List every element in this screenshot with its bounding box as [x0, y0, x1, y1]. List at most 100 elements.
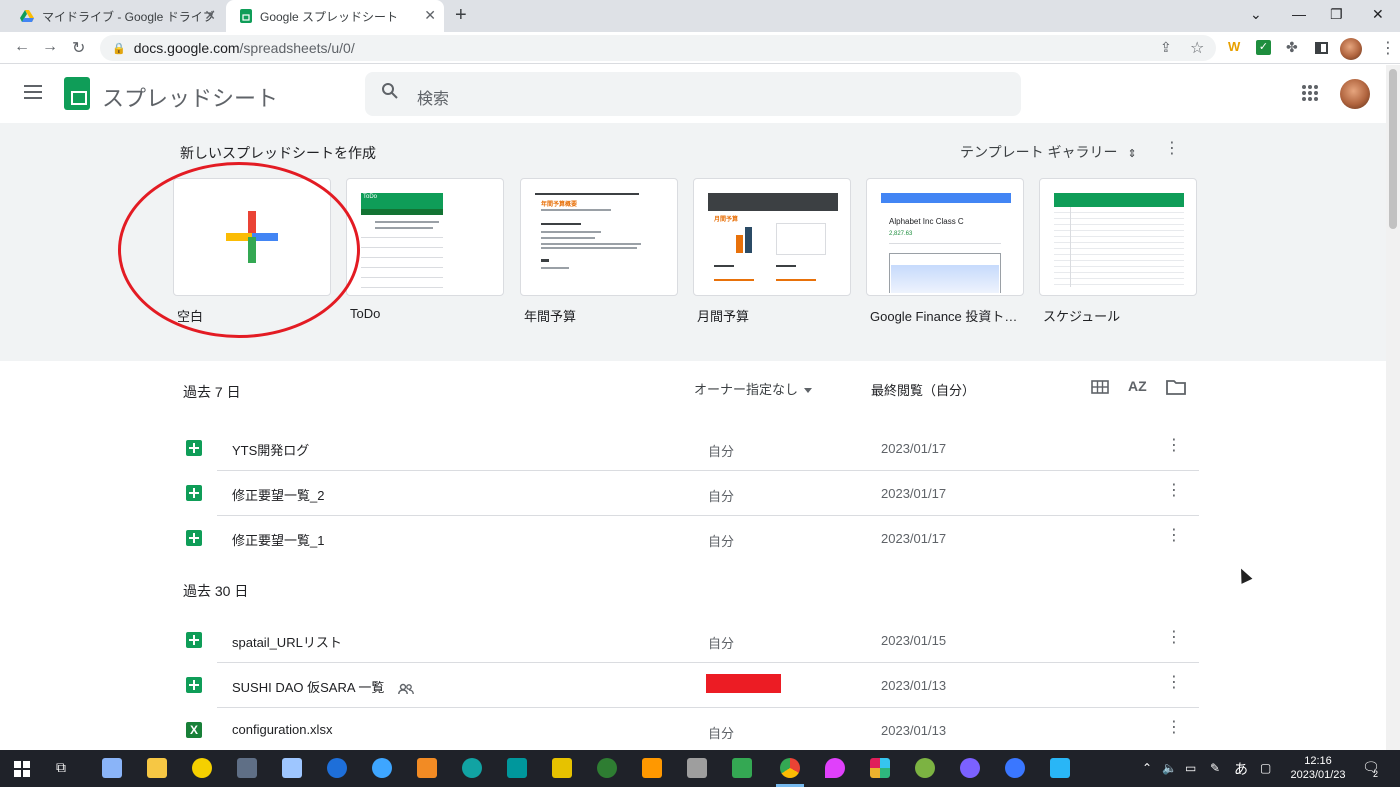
chrome-menu-icon[interactable]: ⋮	[1380, 38, 1396, 58]
file-owner: 自分	[708, 444, 735, 459]
profile-avatar[interactable]	[1340, 38, 1362, 60]
sublime-text-icon[interactable]	[642, 758, 662, 778]
app-icon[interactable]	[732, 758, 752, 778]
more-options-icon[interactable]: ⋮	[1166, 675, 1182, 691]
tab-title: Google スプレッドシート	[260, 9, 399, 24]
app-icon[interactable]	[462, 758, 482, 778]
minimize-icon[interactable]: —	[1292, 6, 1306, 22]
bookmark-star-icon[interactable]: ☆	[1190, 38, 1204, 58]
url-input[interactable]: 🔒 docs.google.com/spreadsheets/u/0/	[100, 35, 1216, 61]
system-clock[interactable]: 12:16 2023/01/23	[1290, 754, 1346, 782]
google-apps-icon[interactable]	[1302, 85, 1318, 101]
reload-icon[interactable]: ↻	[72, 38, 85, 58]
table-row[interactable]: X configuration.xlsx 自分 2023/01/13 ⋮	[180, 708, 1199, 753]
app-icon[interactable]	[825, 758, 845, 778]
extensions-puzzle-icon[interactable]: ✤	[1286, 39, 1298, 56]
section-title: 過去 7 日	[183, 384, 241, 400]
template-annual-budget[interactable]: 年間予算概要	[520, 178, 678, 296]
template-preview-price: 2,827.63	[889, 231, 913, 237]
table-row[interactable]: 修正要望一覧_1 自分 2023/01/17 ⋮	[180, 516, 1199, 561]
template-label[interactable]: ToDo	[350, 306, 380, 321]
tab-google-sheets[interactable]: Google スプレッドシート ✕	[226, 0, 444, 32]
task-view-icon[interactable]: ⧉	[56, 759, 66, 776]
share-icon[interactable]: ⇪	[1160, 39, 1172, 56]
template-label[interactable]: 月間予算	[697, 306, 749, 325]
media-player-icon[interactable]	[417, 758, 437, 778]
template-label[interactable]: 年間予算	[524, 306, 576, 325]
paint-app-icon[interactable]	[102, 758, 122, 778]
more-options-icon[interactable]: ⋮	[1166, 720, 1182, 736]
window-close-icon[interactable]: ✕	[1372, 6, 1384, 23]
camera-icon[interactable]	[687, 758, 707, 778]
search-input[interactable]: 検索	[365, 72, 1021, 116]
app-header: スプレッドシート 検索	[0, 65, 1386, 123]
last-opened-sort[interactable]: 最終閲覧（自分）	[871, 380, 975, 399]
more-options-icon[interactable]: ⋮	[1166, 483, 1182, 499]
extension-check-icon[interactable]: ✓	[1256, 40, 1271, 55]
grid-view-icon[interactable]	[1091, 380, 1109, 394]
arduino-icon[interactable]	[507, 758, 527, 778]
table-row[interactable]: spatail_URLリスト 自分 2023/01/15 ⋮	[180, 618, 1199, 663]
template-monthly-budget[interactable]: 月間予算	[693, 178, 851, 296]
template-gallery-label: テンプレート ギャラリー	[960, 144, 1118, 160]
file-explorer-icon[interactable]	[147, 758, 167, 778]
ime-indicator[interactable]: あ	[1234, 759, 1248, 779]
new-tab-button[interactable]: +	[455, 5, 467, 25]
extension-w-icon[interactable]: W	[1228, 39, 1240, 54]
windows-start-icon[interactable]	[14, 761, 30, 777]
pen-icon[interactable]: ✎	[1210, 761, 1220, 775]
more-options-icon[interactable]: ⋮	[1166, 528, 1182, 544]
app-icon[interactable]	[1050, 758, 1070, 778]
app-icon[interactable]	[372, 758, 392, 778]
qgis-icon[interactable]	[915, 758, 935, 778]
search-icon[interactable]	[381, 82, 399, 100]
forward-icon[interactable]: →	[42, 38, 58, 56]
template-schedule[interactable]	[1039, 178, 1197, 296]
table-row[interactable]: 修正要望一覧_2 自分 2023/01/17 ⋮	[180, 471, 1199, 516]
template-label[interactable]: スケジュール	[1043, 306, 1120, 325]
more-options-icon[interactable]: ⋮	[1166, 438, 1182, 454]
app-title[interactable]: スプレッドシート	[102, 81, 278, 113]
battery-icon[interactable]: ▭	[1185, 761, 1196, 775]
scrollbar[interactable]	[1386, 65, 1400, 750]
slack-icon[interactable]	[870, 758, 890, 778]
calculator-icon[interactable]	[237, 758, 257, 778]
template-label[interactable]: Google Finance 投資ト…	[870, 306, 1017, 325]
more-options-icon[interactable]: ⋮	[1166, 630, 1182, 646]
main-menu-icon[interactable]	[24, 85, 42, 99]
template-gallery-toggle[interactable]: テンプレート ギャラリー ⇕	[960, 142, 1137, 162]
app-icon[interactable]	[1005, 758, 1025, 778]
folder-icon[interactable]	[1166, 379, 1186, 395]
app-icon[interactable]	[282, 758, 302, 778]
messenger-icon[interactable]	[960, 758, 980, 778]
template-todo[interactable]: ToDo	[346, 178, 504, 296]
close-icon[interactable]: ✕	[204, 7, 216, 24]
app-icon[interactable]	[552, 758, 572, 778]
table-row[interactable]: YTS開発ログ 自分 2023/01/17 ⋮	[180, 426, 1199, 471]
back-icon[interactable]: ←	[14, 38, 30, 56]
volume-icon[interactable]: 🔈	[1162, 761, 1177, 775]
template-google-finance[interactable]: Alphabet Inc Class C 2,827.63	[866, 178, 1024, 296]
sheets-file-icon	[186, 485, 202, 501]
tray-expand-icon[interactable]: ⌃	[1142, 761, 1152, 775]
app-icon[interactable]	[327, 758, 347, 778]
sort-az-icon[interactable]: AZ	[1128, 378, 1147, 394]
scrollbar-thumb[interactable]	[1389, 69, 1397, 229]
side-panel-icon[interactable]	[1315, 42, 1328, 54]
close-icon[interactable]: ✕	[424, 7, 436, 24]
sheets-logo-icon[interactable]	[64, 77, 90, 110]
todo-app-icon[interactable]	[192, 758, 212, 778]
ime-mode-icon[interactable]: ▢	[1260, 761, 1271, 775]
windows-taskbar: ⧉ ⌃ 🔈 ▭ ✎ あ ▢ 12:16 2023/01/23 🗨 2	[0, 750, 1400, 787]
avatar[interactable]	[1340, 79, 1370, 109]
file-date: 2023/01/13	[881, 723, 947, 738]
more-options-icon[interactable]: ⋮	[1164, 141, 1180, 157]
file-name: spatail_URLリスト	[232, 635, 342, 650]
tab-search-icon[interactable]: ⌄	[1250, 6, 1262, 23]
restore-icon[interactable]: ❐	[1330, 6, 1343, 23]
tab-google-drive[interactable]: マイドライブ - Google ドライブ ✕	[6, 0, 224, 32]
chrome-icon[interactable]	[780, 758, 800, 778]
table-row[interactable]: SUSHI DAO 仮SARA 一覧 2023/01/13 ⋮	[180, 663, 1199, 708]
app-icon[interactable]	[597, 758, 617, 778]
owner-filter-dropdown[interactable]: オーナー指定なし	[694, 379, 813, 398]
